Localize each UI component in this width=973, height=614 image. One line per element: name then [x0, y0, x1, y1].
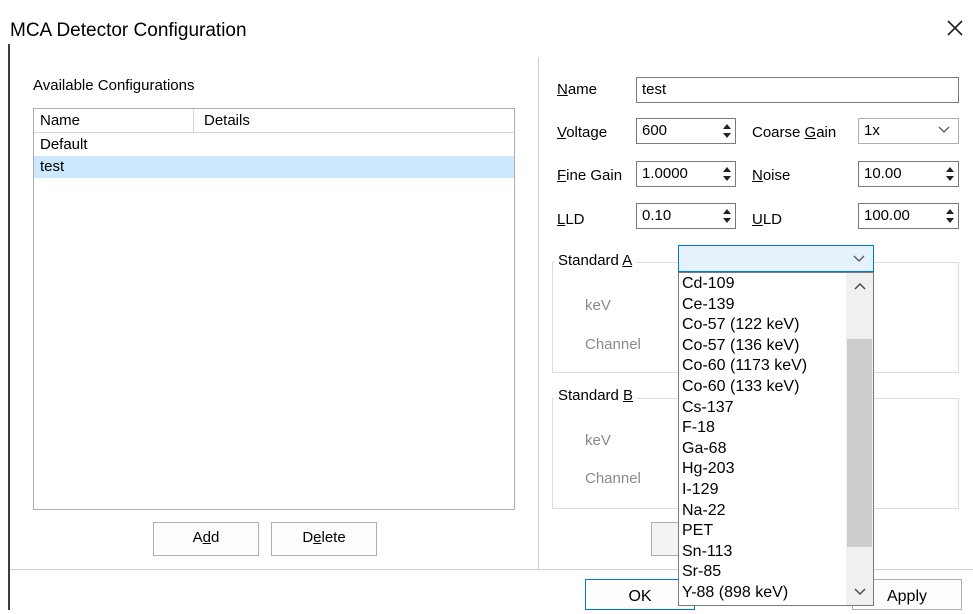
standard-b-kev-label: keV [585, 432, 611, 449]
delete-button[interactable]: Delete [271, 522, 377, 556]
window-edge [8, 44, 10, 610]
fine-gain-label: Fine Gain [557, 167, 623, 184]
name-input[interactable]: test [636, 77, 959, 103]
dropdown-item[interactable]: Ce-139 [681, 295, 847, 316]
uld-label: ULD [752, 211, 783, 228]
dropdown-item[interactable]: Co-57 (136 keV) [681, 336, 847, 357]
dropdown-item[interactable]: Y-88 (898 keV) [681, 583, 847, 604]
left-divider [10, 569, 538, 570]
name-label: Name [557, 81, 598, 98]
available-configurations-label: Available Configurations [33, 77, 195, 94]
voltage-label: Voltage [557, 124, 608, 141]
chevron-down-icon [938, 126, 950, 133]
scroll-up-icon[interactable] [852, 279, 868, 293]
fine-gain-spinner-icon[interactable] [721, 163, 733, 185]
dropdown-item[interactable]: Co-60 (1173 keV) [681, 356, 847, 377]
column-header-details[interactable]: Details [204, 112, 250, 129]
standard-a-select[interactable] [678, 245, 874, 272]
standard-a-channel-label: Channel [585, 336, 641, 353]
list-header: Name Details [34, 109, 514, 133]
column-separator[interactable] [193, 109, 194, 133]
noise-label: Noise [752, 167, 791, 184]
dropdown-item[interactable]: Co-57 (122 keV) [681, 315, 847, 336]
close-icon[interactable] [944, 17, 966, 39]
list-item-name: test [40, 158, 65, 175]
add-button[interactable]: Add [153, 522, 259, 556]
dropdown-item[interactable]: I-129 [681, 480, 847, 501]
noise-spinner-icon[interactable] [944, 163, 956, 185]
dropdown-item[interactable]: Sr-85 [681, 562, 847, 583]
dropdown-item[interactable]: Co-60 (133 keV) [681, 377, 847, 398]
dropdown-scrollbar-thumb[interactable] [847, 339, 872, 547]
lld-spinner-icon[interactable] [721, 205, 733, 227]
list-item-selected[interactable]: test [34, 156, 514, 178]
dropdown-item[interactable]: Sn-113 [681, 542, 847, 563]
list-item[interactable]: Default [34, 134, 514, 156]
standard-b-channel-label: Channel [585, 470, 641, 487]
column-header-name[interactable]: Name [40, 112, 80, 129]
dropdown-item[interactable]: Hg-203 [681, 459, 847, 480]
configurations-list[interactable]: Name Details Default test [33, 108, 515, 510]
panel-divider [538, 57, 539, 569]
coarse-gain-select[interactable]: 1x [858, 118, 959, 144]
window-title: MCA Detector Configuration [10, 20, 247, 41]
standard-a-kev-label: keV [585, 297, 611, 314]
calibrate-button[interactable] [651, 522, 679, 556]
standard-a-title: Standard A [554, 252, 637, 269]
standard-b-title: Standard B [554, 387, 638, 404]
scroll-down-icon[interactable] [852, 585, 868, 599]
dropdown-item[interactable]: Ga-68 [681, 439, 847, 460]
list-item-name: Default [40, 136, 88, 153]
dropdown-item[interactable]: Cs-137 [681, 398, 847, 419]
coarse-gain-label: Coarse Gain [752, 124, 837, 141]
dropdown-item[interactable]: F-18 [681, 418, 847, 439]
uld-spinner-icon[interactable] [944, 205, 956, 227]
lld-label: LLD [557, 211, 585, 228]
dropdown-item[interactable]: Na-22 [681, 501, 847, 522]
voltage-spinner-icon[interactable] [721, 120, 733, 142]
chevron-down-icon [853, 255, 865, 262]
standard-a-dropdown-list[interactable]: Cd-109 Ce-139 Co-57 (122 keV) Co-57 (136 ke… [678, 272, 874, 606]
dropdown-item[interactable]: PET [681, 521, 847, 542]
dropdown-item[interactable]: Cd-109 [681, 274, 847, 295]
